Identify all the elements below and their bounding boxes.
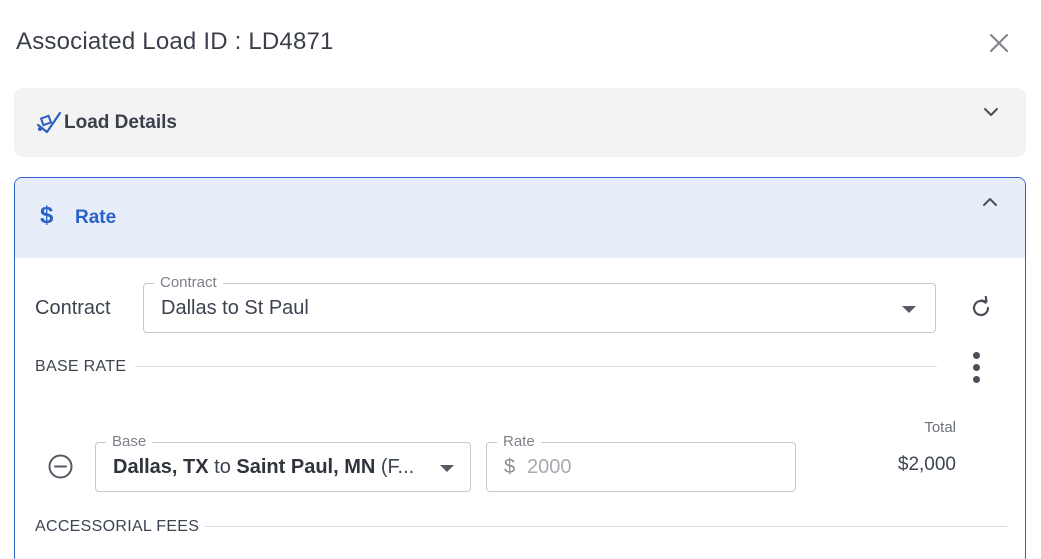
contract-field-legend: Contract — [154, 274, 223, 292]
total-value: $2,000 — [897, 454, 956, 475]
dropdown-caret-icon — [440, 465, 454, 472]
rate-panel: $ Rate Contract Contract Dallas to St Pa… — [14, 177, 1026, 559]
close-button[interactable] — [985, 29, 1013, 57]
chevron-up-icon[interactable] — [980, 192, 1000, 212]
contract-label: Contract — [35, 297, 111, 319]
remove-circle-icon[interactable] — [48, 454, 73, 479]
dropdown-caret-icon — [902, 306, 916, 313]
dolly-icon — [36, 111, 62, 134]
contract-select[interactable]: Contract Dallas to St Paul — [143, 274, 936, 333]
refresh-icon[interactable] — [969, 296, 993, 320]
more-options-icon[interactable] — [970, 352, 984, 386]
dollar-icon: $ — [40, 202, 54, 229]
base-connector: to — [208, 456, 237, 478]
base-destination: Saint Paul, MN — [236, 456, 376, 478]
base-origin: Dallas, TX — [113, 456, 209, 478]
rate-field-legend: Rate — [497, 433, 541, 451]
rate-panel-header[interactable]: $ Rate — [15, 178, 1025, 258]
rate-input-placeholder: 2000 — [527, 456, 572, 478]
load-details-label: Load Details — [64, 112, 177, 133]
close-icon — [990, 34, 1008, 52]
accessorial-fees-title: ACCESSORIAL FEES — [35, 518, 200, 535]
rate-currency-prefix: $ — [504, 456, 516, 478]
load-details-panel[interactable]: Load Details — [14, 88, 1026, 157]
modal-title: Associated Load ID : LD4871 — [16, 28, 334, 55]
total-label: Total — [924, 419, 956, 436]
accessorial-divider — [205, 526, 1007, 527]
chevron-down-icon[interactable] — [981, 102, 1001, 122]
rate-label: Rate — [75, 207, 117, 228]
base-field-legend: Base — [106, 433, 153, 451]
base-rate-title: BASE RATE — [35, 358, 127, 375]
base-select[interactable]: Base Dallas, TX to Saint Paul, MN (F... — [95, 433, 471, 492]
base-rate-divider — [135, 366, 937, 367]
base-select-value: Dallas, TX to Saint Paul, MN (F... — [113, 456, 414, 479]
base-suffix: (F... — [375, 456, 415, 478]
rate-input[interactable]: Rate $ 2000 — [486, 433, 796, 492]
contract-select-value: Dallas to St Paul — [161, 297, 309, 319]
